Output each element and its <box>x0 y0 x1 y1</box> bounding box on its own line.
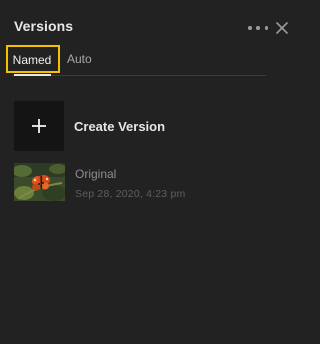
more-options-icon[interactable] <box>248 21 268 35</box>
butterfly-photo-thumbnail <box>14 163 65 201</box>
panel-title: Versions <box>14 18 74 34</box>
version-name: Original <box>75 167 117 181</box>
more-dot <box>256 26 260 30</box>
more-dot <box>264 26 268 30</box>
version-thumbnail <box>14 163 65 201</box>
tab-named[interactable]: Named <box>6 45 60 73</box>
plus-icon <box>32 119 46 133</box>
more-dot <box>248 26 252 30</box>
create-version-tile <box>14 101 64 151</box>
create-version-button[interactable]: Create Version <box>14 101 274 151</box>
version-item[interactable]: Original Sep 28, 2020, 4:23 pm <box>14 163 274 203</box>
create-version-label: Create Version <box>74 119 166 134</box>
tab-auto[interactable]: Auto <box>67 43 97 75</box>
version-timestamp: Sep 28, 2020, 4:23 pm <box>75 188 186 200</box>
close-icon[interactable] <box>274 20 290 36</box>
tab-named-active-indicator <box>14 74 51 76</box>
versions-panel: Versions Named Auto Create Version Origi… <box>0 0 307 344</box>
close-icon-glyph <box>276 22 288 34</box>
version-tabs: Named Auto <box>6 45 286 77</box>
